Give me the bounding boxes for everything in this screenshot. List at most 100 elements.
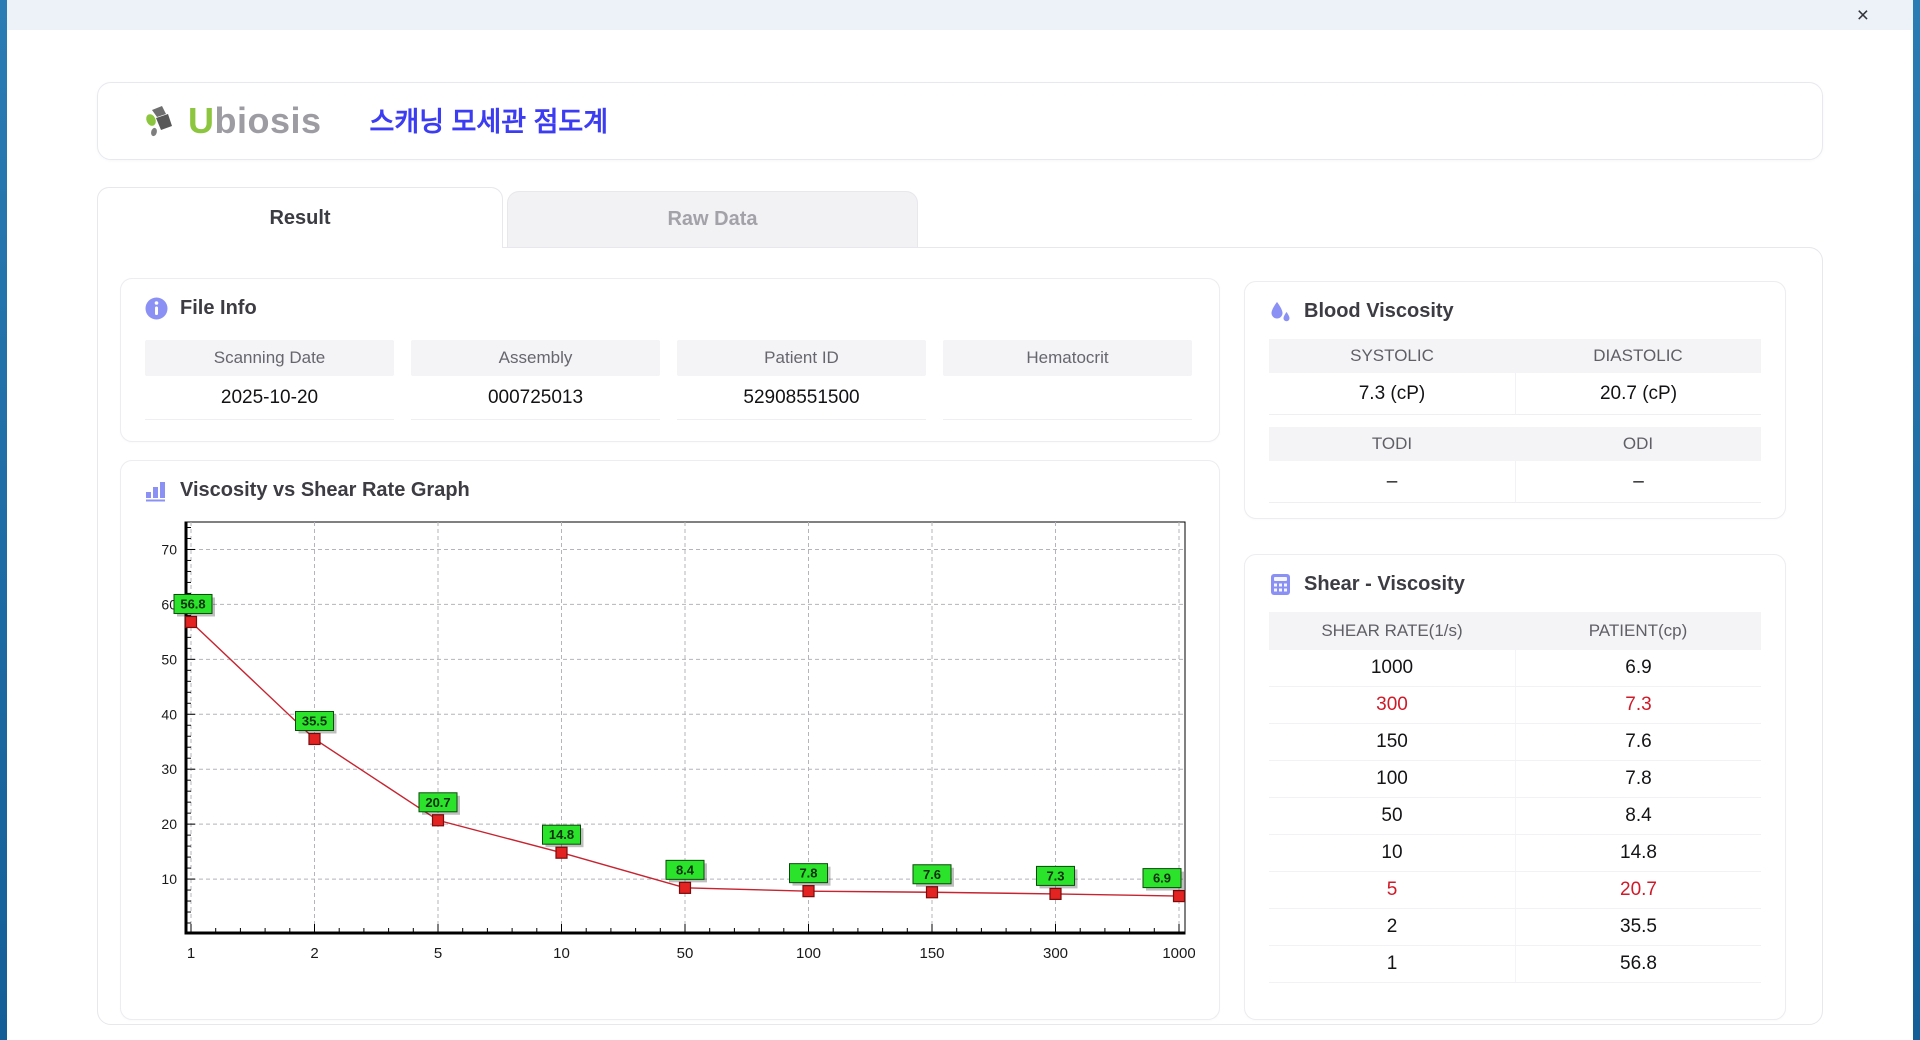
file-info-field: Scanning Date 2025-10-20: [145, 340, 394, 420]
shear-rate-cell: 100: [1376, 768, 1408, 789]
field-value: 2025-10-20: [145, 376, 394, 420]
bv-cell-label: SYSTOLIC: [1269, 339, 1515, 373]
field-value: 000725013: [411, 376, 660, 420]
bv-cell-label: DIASTOLIC: [1515, 339, 1761, 373]
info-icon: [145, 297, 168, 320]
shear-table-body: 1000 6.9 300 7.3 150 7.6 100 7.8 50 8.4 10 14.8 5 20.…: [1269, 650, 1761, 983]
table-row: 1 56.8: [1269, 946, 1761, 983]
header-card: Ubiosis 스캐닝 모세관 점도계: [97, 82, 1823, 160]
field-label: Patient ID: [677, 340, 926, 376]
field-label: Scanning Date: [145, 340, 394, 376]
window-border-left: [0, 0, 7, 1040]
svg-text:20.7: 20.7: [425, 795, 450, 810]
graph-title: Viscosity vs Shear Rate Graph: [180, 479, 470, 501]
svg-text:70: 70: [161, 541, 177, 557]
file-info-field: Patient ID 52908551500: [677, 340, 926, 420]
viscosity-chart: 102030405060701 2 5 10 50 100 150 300 100056.835…: [161, 521, 1196, 962]
tab-result[interactable]: Result: [97, 187, 503, 248]
table-row: 1000 6.9: [1269, 650, 1761, 687]
bv-cell-value: 20.7 (cP): [1515, 373, 1761, 415]
blood-viscosity-cell: DIASTOLIC 20.7 (cP): [1515, 339, 1761, 415]
bv-cell-value: 7.3 (cP): [1269, 373, 1515, 415]
patient-cell: 7.3: [1515, 687, 1761, 723]
patient-cell: 35.5: [1515, 909, 1761, 945]
table-row: 10 14.8: [1269, 835, 1761, 872]
patient-cell: 56.8: [1515, 946, 1761, 982]
brand-u: U: [188, 100, 215, 141]
blood-viscosity-cell: ODI –: [1515, 427, 1761, 503]
shear-rate-cell: 150: [1376, 731, 1408, 752]
svg-text:7.3: 7.3: [1046, 868, 1064, 883]
shear-rate-cell: 50: [1381, 805, 1403, 826]
svg-text:1: 1: [187, 945, 195, 962]
shear-viscosity-card: Shear - Viscosity SHEAR RATE(1/s) PATIEN…: [1244, 554, 1786, 1020]
leaf-logo-icon: [142, 102, 182, 142]
blood-viscosity-cell: SYSTOLIC 7.3 (cP): [1269, 339, 1515, 415]
svg-text:8.4: 8.4: [676, 862, 695, 877]
chart-wrap: 10 20 30 40 50 60 70 1 2 5 10 50 100 150 300 1000 56.8 35…: [145, 516, 1196, 989]
svg-text:10: 10: [161, 871, 177, 887]
blood-viscosity-cell: TODI –: [1269, 427, 1515, 503]
app-title: 스캐닝 모세관 점도계: [369, 106, 609, 137]
tab-raw-data[interactable]: Raw Data: [507, 191, 918, 247]
shear-table-header: SHEAR RATE(1/s) PATIENT(cp): [1269, 612, 1761, 650]
file-info-field: Hematocrit: [943, 340, 1192, 420]
svg-text:20: 20: [161, 816, 177, 832]
svg-text:50: 50: [161, 651, 177, 667]
table-row: 50 8.4: [1269, 798, 1761, 835]
svg-text:10: 10: [553, 945, 570, 962]
file-info-card: File Info Scanning Date 2025-10-20 Assembl…: [120, 278, 1220, 442]
window-titlebar: ×: [7, 0, 1913, 30]
svg-text:7.8: 7.8: [799, 866, 817, 881]
svg-text:100: 100: [796, 945, 821, 962]
blood-viscosity-row: SYSTOLIC 7.3 (cP) DIASTOLIC 20.7 (cP): [1269, 339, 1761, 415]
bar-chart-icon: [145, 479, 168, 502]
svg-text:40: 40: [161, 706, 177, 722]
shear-rate-cell: 5: [1386, 879, 1398, 900]
field-value: 52908551500: [677, 376, 926, 420]
blood-viscosity-grid: SYSTOLIC 7.3 (cP) DIASTOLIC 20.7 (cP) TODI – O…: [1269, 339, 1761, 503]
svg-text:5: 5: [434, 945, 442, 962]
brand-rest: biosis: [214, 100, 322, 141]
svg-text:50: 50: [677, 945, 694, 962]
svg-text:56.8: 56.8: [180, 596, 205, 611]
patient-cell: 14.8: [1515, 835, 1761, 871]
patient-cell: 6.9: [1515, 650, 1761, 686]
shear-rate-cell: 300: [1376, 694, 1408, 715]
table-row: 2 35.5: [1269, 909, 1761, 946]
shear-rate-cell: 1: [1386, 953, 1398, 974]
table-row: 150 7.6: [1269, 724, 1761, 761]
blood-viscosity-card: Blood Viscosity SYSTOLIC 7.3 (cP) DIASTOLI…: [1244, 281, 1786, 519]
svg-text:30: 30: [161, 761, 177, 777]
bv-cell-label: TODI: [1269, 427, 1515, 461]
blood-viscosity-title: Blood Viscosity: [1304, 300, 1454, 322]
result-panel: File Info Scanning Date 2025-10-20 Assembl…: [97, 247, 1823, 1025]
shear-rate-cell: 1000: [1370, 657, 1414, 678]
svg-text:6.9: 6.9: [1153, 871, 1171, 886]
bv-cell-value: –: [1515, 461, 1761, 503]
field-label: Assembly: [411, 340, 660, 376]
shear-rate-cell: 10: [1381, 842, 1403, 863]
file-info-fields: Scanning Date 2025-10-20 Assembly 000725013…: [145, 340, 1195, 420]
field-value: [943, 376, 1192, 420]
tab-bar: Result Raw Data: [97, 185, 1823, 248]
droplets-icon: [1269, 300, 1292, 323]
close-icon[interactable]: ×: [1851, 5, 1875, 26]
patient-cell: 7.6: [1515, 724, 1761, 760]
table-row: 300 7.3: [1269, 687, 1761, 724]
svg-text:1000: 1000: [1162, 945, 1195, 962]
bv-cell-value: –: [1269, 461, 1515, 503]
patient-cell: 20.7: [1515, 872, 1761, 908]
patient-cell: 8.4: [1515, 798, 1761, 834]
svg-text:14.8: 14.8: [549, 827, 574, 842]
svg-text:300: 300: [1043, 945, 1068, 962]
patient-cell: 7.8: [1515, 761, 1761, 797]
table-header-cell: SHEAR RATE(1/s): [1321, 621, 1463, 640]
field-label: Hematocrit: [943, 340, 1192, 376]
window-border-right: [1913, 0, 1920, 1040]
brand-logo: Ubiosis: [142, 100, 322, 142]
bv-cell-label: ODI: [1515, 427, 1761, 461]
shear-viscosity-title: Shear - Viscosity: [1304, 573, 1465, 595]
shear-rate-cell: 2: [1386, 916, 1398, 937]
svg-text:7.6: 7.6: [923, 867, 941, 882]
